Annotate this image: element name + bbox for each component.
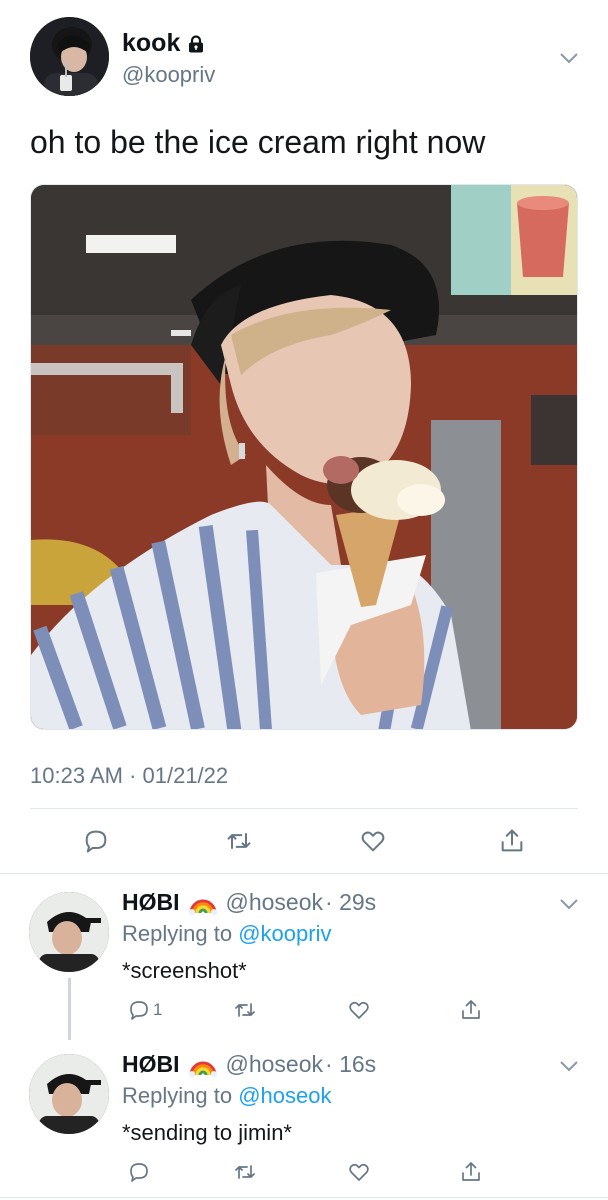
reply-author[interactable]: HØBI @hoseok · 29s: [122, 889, 376, 916]
reply-text: *screenshot*: [122, 958, 247, 983]
rainbow-icon: [188, 1061, 217, 1077]
like-button[interactable]: [358, 826, 388, 856]
tweet-timestamp[interactable]: 10:23 AM · 01/21/22: [30, 763, 228, 789]
replying-to: Replying to @hoseok: [122, 1083, 331, 1109]
share-button[interactable]: [497, 826, 527, 856]
retweet-icon: [227, 833, 251, 849]
author-name-text[interactable]: kook: [122, 29, 180, 58]
chevron-down-icon[interactable]: [558, 1059, 580, 1073]
reply-author[interactable]: HØBI @hoseok · 16s: [122, 1051, 376, 1078]
replying-label: Replying to: [122, 921, 233, 946]
reply-avatar[interactable]: [29, 1054, 109, 1134]
reply-avatar[interactable]: [29, 892, 109, 972]
divider: [30, 808, 578, 809]
retweet-button[interactable]: [230, 995, 260, 1025]
reply-author-name[interactable]: HØBI: [122, 1051, 180, 1078]
replying-to: Replying to @koopriv: [122, 921, 331, 947]
thread-line: [68, 978, 71, 1040]
reply-button[interactable]: [124, 995, 154, 1025]
share-icon: [462, 1162, 480, 1181]
reply-button[interactable]: [81, 826, 111, 856]
reply-time[interactable]: · 16s: [325, 1051, 376, 1078]
share-button[interactable]: [456, 1157, 486, 1187]
retweet-icon: [235, 1003, 255, 1017]
author-name[interactable]: kook: [122, 29, 206, 58]
author-handle[interactable]: @koopriv: [122, 62, 215, 88]
share-button[interactable]: [456, 995, 486, 1025]
reply-icon: [130, 1163, 148, 1182]
reply-author-name[interactable]: HØBI: [122, 889, 180, 916]
share-icon: [501, 829, 523, 852]
rainbow-icon: [188, 899, 217, 915]
reply-handle[interactable]: @hoseok: [226, 889, 324, 916]
retweet-icon: [235, 1165, 255, 1179]
like-button[interactable]: [344, 1157, 374, 1187]
divider: [0, 873, 608, 874]
divider: [0, 1197, 608, 1198]
reply-handle[interactable]: @hoseok: [226, 1051, 324, 1078]
chevron-down-icon[interactable]: [558, 897, 580, 911]
main-avatar[interactable]: [30, 17, 109, 96]
like-button[interactable]: [344, 995, 374, 1025]
heart-icon: [349, 1001, 369, 1019]
tweet-photo[interactable]: [30, 184, 578, 730]
retweet-button[interactable]: [224, 826, 254, 856]
replying-mention[interactable]: @hoseok: [238, 1083, 331, 1108]
reply-text: *sending to jimin*: [122, 1120, 292, 1145]
reply-icon: [85, 830, 107, 853]
reply-icon: [130, 1001, 148, 1020]
reply-time[interactable]: · 29s: [325, 889, 376, 916]
reply-button[interactable]: [124, 1157, 154, 1187]
replying-label: Replying to: [122, 1083, 233, 1108]
chevron-down-icon[interactable]: [558, 51, 580, 65]
heart-icon: [361, 831, 385, 852]
reply-count: 1: [153, 1000, 163, 1019]
share-icon: [462, 1000, 480, 1019]
lock-icon: [189, 34, 204, 52]
tweet-text: oh to be the ice cream right now: [30, 124, 486, 160]
heart-icon: [349, 1163, 369, 1181]
retweet-button[interactable]: [230, 1157, 260, 1187]
replying-mention[interactable]: @koopriv: [238, 921, 331, 946]
